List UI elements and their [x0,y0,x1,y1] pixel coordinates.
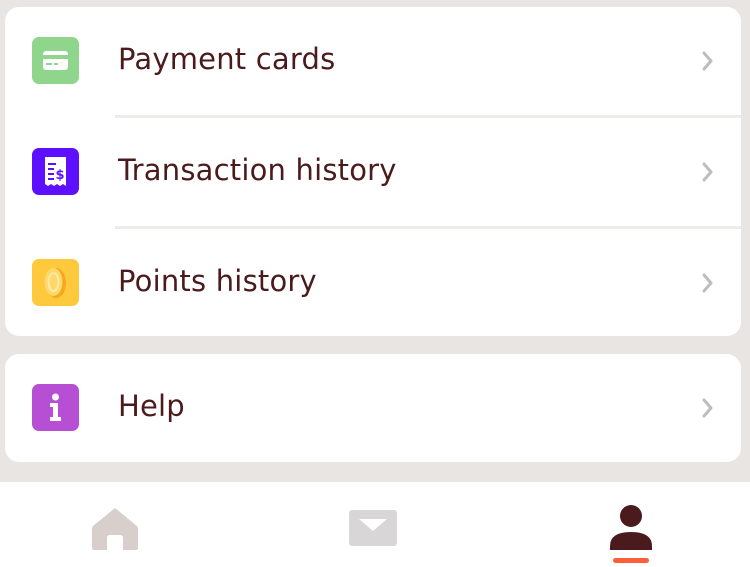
tab-inbox[interactable] [313,482,433,567]
chevron-right-icon [702,273,713,293]
menu-item-label: Transaction history [118,153,397,187]
tab-home[interactable] [55,482,175,567]
menu-item-points-history[interactable]: Points history [5,229,741,336]
chevron-right-icon [702,51,713,71]
menu-item-label: Help [118,389,185,423]
chevron-right-icon [702,398,713,418]
tab-profile[interactable] [571,482,691,567]
menu-item-label: Points history [118,264,317,298]
info-icon [32,384,79,431]
menu-item-label: Payment cards [118,42,336,76]
bottom-tab-bar [0,482,750,567]
menu-item-payment-cards[interactable]: Payment cards [5,7,741,115]
user-icon [610,505,652,550]
chevron-right-icon [702,162,713,182]
svg-text:$: $ [55,168,64,183]
menu-item-transaction-history[interactable]: $ Transaction history [5,118,741,226]
credit-card-icon [32,37,79,84]
settings-menu-card: Payment cards $ Transaction history Poin… [5,7,741,336]
help-card: Help [5,354,741,462]
menu-item-help[interactable]: Help [5,354,741,462]
home-icon [92,508,138,550]
coin-icon [32,259,79,306]
active-tab-indicator [613,558,649,563]
receipt-dollar-icon: $ [32,148,79,195]
mail-icon [349,510,397,546]
